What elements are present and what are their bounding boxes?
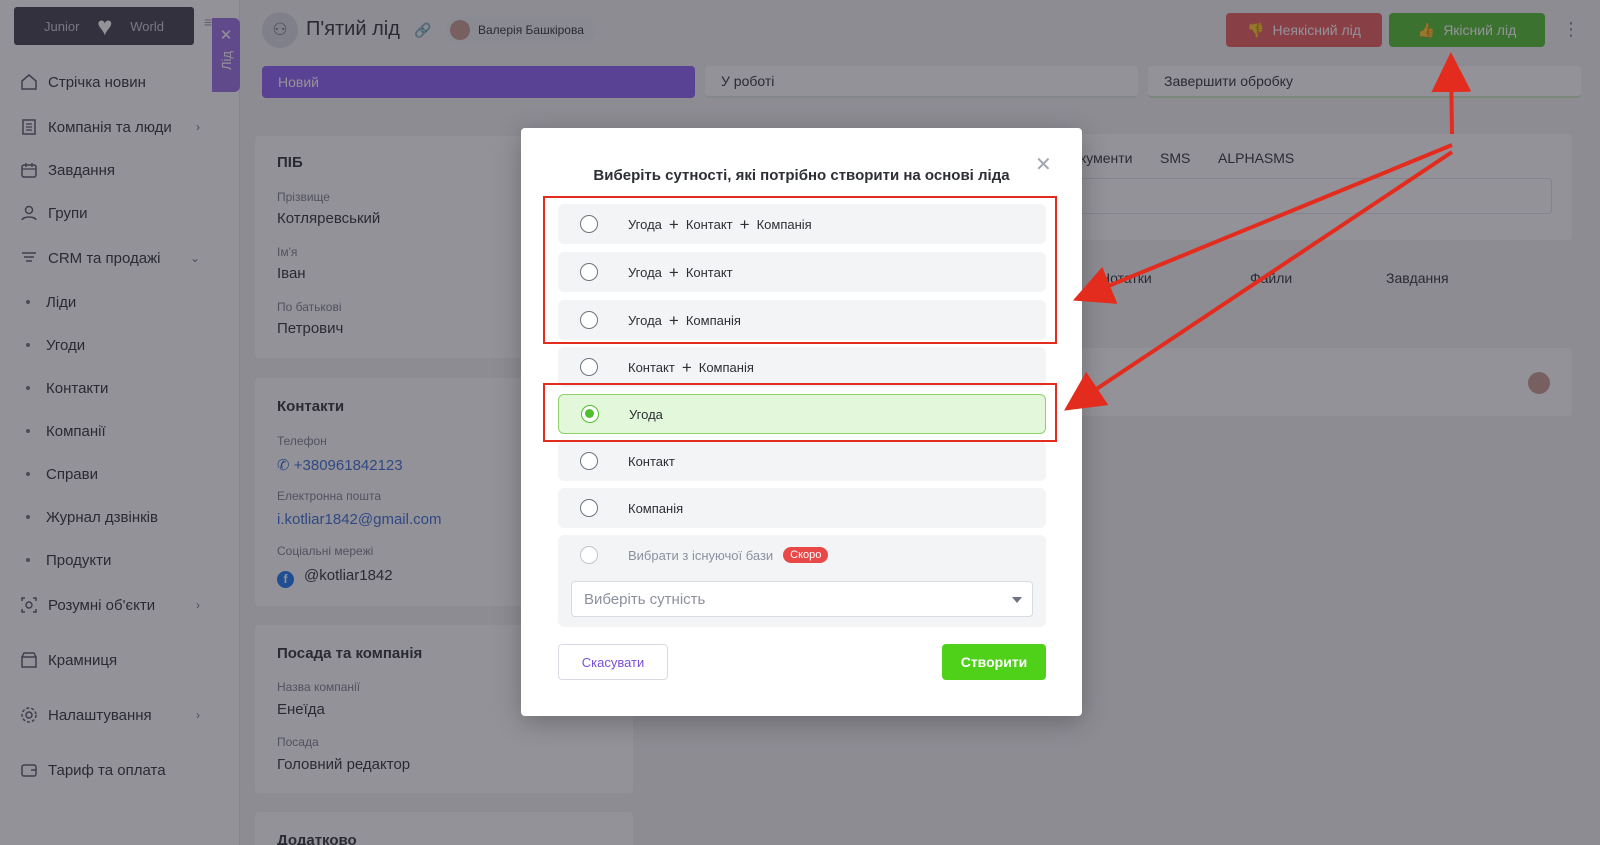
option-part: Контакт: [628, 453, 675, 469]
highlight-box-combined-options: [543, 196, 1057, 344]
plus-icon: +: [681, 357, 692, 377]
option-contact[interactable]: Контакт: [558, 441, 1046, 481]
option-part: Контакт: [628, 359, 675, 375]
option-company[interactable]: Компанія: [558, 488, 1046, 528]
entity-select[interactable]: Виберіть сутність: [571, 581, 1033, 617]
option-part: Компанія: [628, 500, 684, 516]
create-button[interactable]: Створити: [942, 644, 1046, 680]
option-contact-company[interactable]: Контакт + Компанія: [558, 347, 1046, 387]
existing-base-row: Вибрати з існуючої бази Скоро: [580, 546, 829, 564]
close-icon[interactable]: ✕: [1035, 155, 1052, 175]
caret-down-icon: [1012, 597, 1022, 603]
existing-base-label: Вибрати з існуючої бази: [628, 547, 774, 563]
modal-title: Виберіть сутності, які потрібно створити…: [593, 167, 1010, 184]
highlight-box-deal-option: [543, 383, 1057, 442]
option-part: Компанія: [698, 359, 754, 375]
radio-button-disabled: [580, 546, 598, 564]
radio-button[interactable]: [580, 452, 598, 470]
entity-select-placeholder: Виберіть сутність: [584, 590, 706, 608]
radio-button[interactable]: [580, 358, 598, 376]
radio-button[interactable]: [580, 499, 598, 517]
option-existing-base: Вибрати з існуючої бази Скоро Виберіть с…: [558, 535, 1046, 627]
cancel-button[interactable]: Скасувати: [558, 644, 668, 680]
coming-soon-badge: Скоро: [783, 547, 829, 563]
